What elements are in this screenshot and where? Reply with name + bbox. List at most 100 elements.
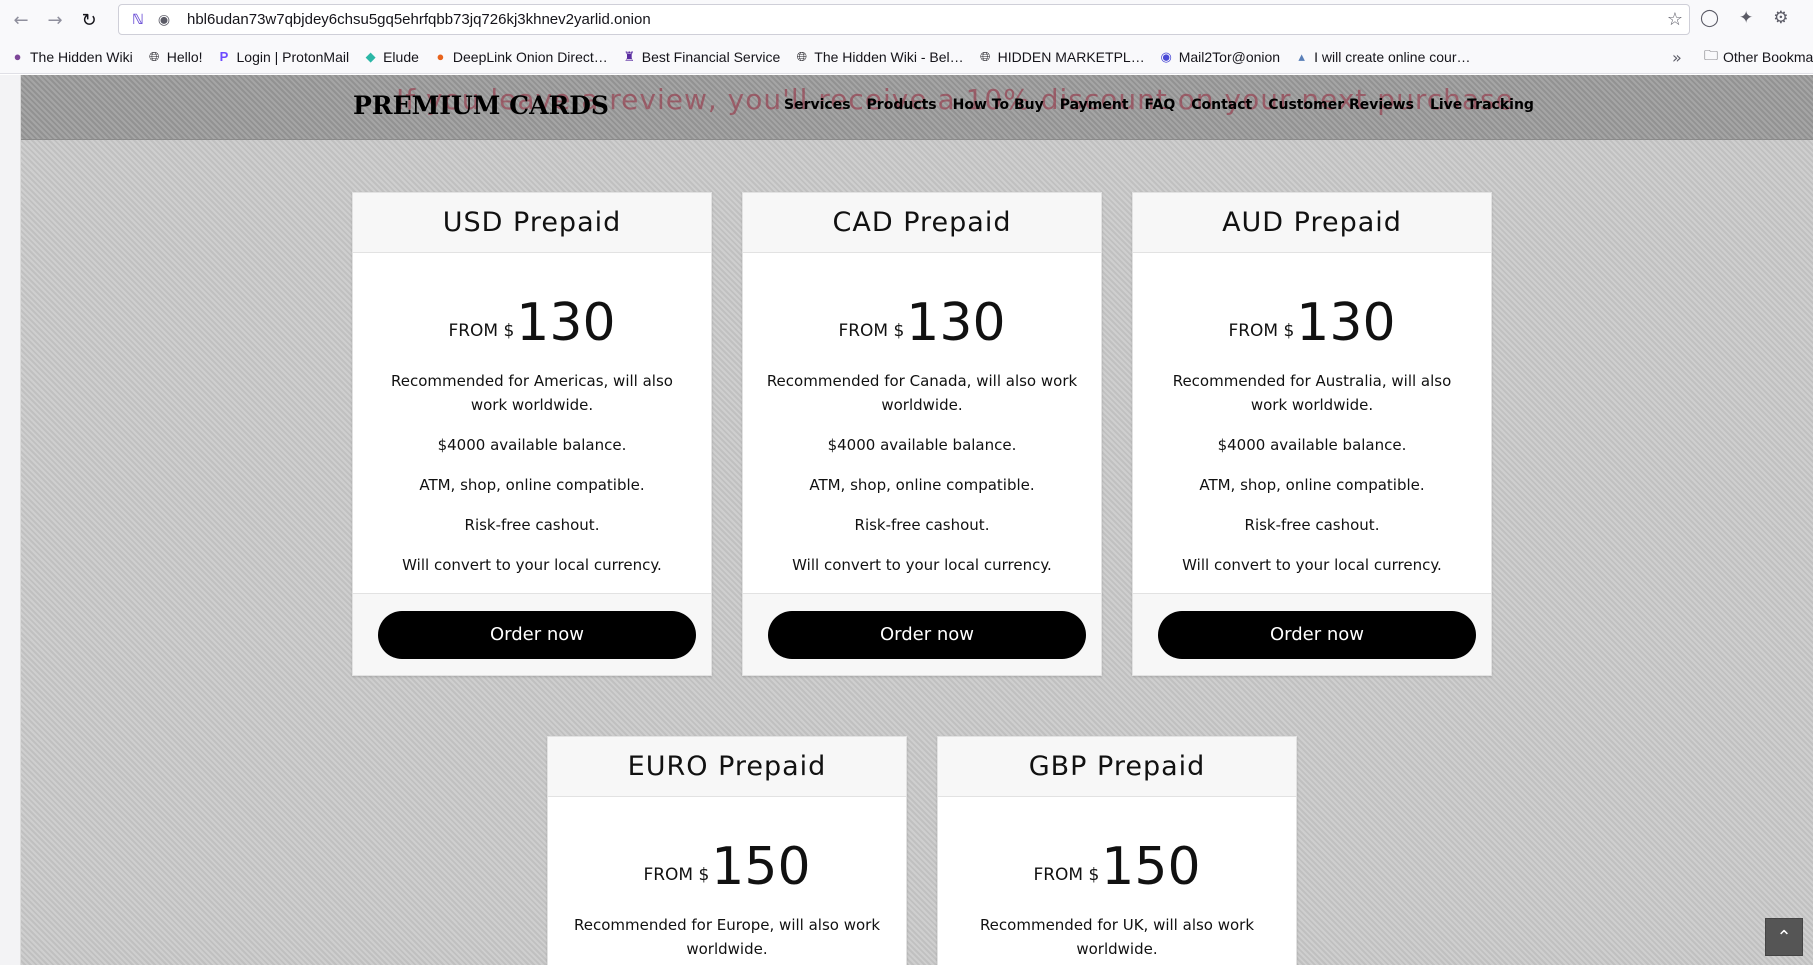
- chevron-up-icon: ⌃: [1776, 926, 1792, 948]
- card-price: FROM $ 150: [548, 797, 906, 913]
- crown-icon: ♜: [623, 48, 636, 64]
- proton-icon: P: [219, 49, 229, 64]
- feature-item: ATM, shop, online compatible.: [419, 476, 645, 494]
- feature-item: Risk-free cashout.: [854, 516, 990, 534]
- card-price: FROM $ 150: [938, 797, 1296, 913]
- bookmark-item[interactable]: P Login | ProtonMail: [217, 48, 350, 65]
- bookmark-item[interactable]: 🌐︎ Hello!: [147, 49, 203, 65]
- order-now-button[interactable]: Order now: [768, 610, 1086, 659]
- feature-item: Recommended for Europe, will also work w…: [573, 916, 881, 958]
- card-footer: Order now: [353, 593, 711, 675]
- product-card-cad: CAD Prepaid FROM $ 130 Recommended for C…: [742, 192, 1102, 676]
- card-price: FROM $ 130: [353, 253, 711, 369]
- folder-icon: 🗀︎: [1704, 47, 1718, 63]
- new-identity-icon[interactable]: ✦: [1739, 8, 1753, 28]
- product-card-usd: USD Prepaid FROM $ 130 Recommended for A…: [352, 192, 712, 676]
- feature-item: Will convert to your local currency.: [792, 556, 1052, 574]
- bookmark-label: Hello!: [166, 48, 203, 65]
- card-features: Recommended for Australia, will also wor…: [1133, 369, 1491, 577]
- feature-item: Risk-free cashout.: [1244, 516, 1380, 534]
- site-header: If you leave a review, you'll receive a …: [21, 75, 1813, 140]
- scroll-to-top-button[interactable]: ⌃: [1765, 918, 1803, 956]
- bookmark-item[interactable]: 🌐︎ The Hidden Wiki - Bel…: [794, 48, 964, 65]
- order-now-button[interactable]: Order now: [378, 610, 696, 659]
- bookmark-label: Mail2Tor@onion: [1178, 48, 1281, 65]
- nav-how-to-buy[interactable]: How To Buy: [953, 97, 1044, 113]
- page-body: If you leave a review, you'll receive a …: [21, 75, 1813, 965]
- bookmark-label: I will create online cour…: [1314, 48, 1471, 65]
- card-title: GBP Prepaid: [938, 737, 1296, 797]
- bookmark-item[interactable]: ● The Hidden Wiki: [10, 49, 133, 65]
- bookmark-item[interactable]: ● DeepLink Onion Direct…: [433, 48, 608, 65]
- price-amount: 130: [516, 293, 616, 353]
- other-bookmarks[interactable]: 🗀︎ Other Bookmarks: [1702, 40, 1813, 73]
- chevron-double-right-icon[interactable]: »: [1672, 40, 1682, 73]
- nav-payment[interactable]: Payment: [1060, 97, 1129, 113]
- feature-item: Will convert to your local currency.: [1182, 556, 1442, 574]
- feature-item: ATM, shop, online compatible.: [809, 476, 1035, 494]
- deeplink-icon: ●: [436, 49, 445, 64]
- main-nav: Services Products How To Buy Payment FAQ…: [784, 97, 1534, 113]
- product-card-aud: AUD Prepaid FROM $ 130 Recommended for A…: [1132, 192, 1492, 676]
- back-icon[interactable]: ←: [8, 7, 34, 33]
- bookmark-item[interactable]: ◆ Elude: [363, 49, 419, 65]
- onion-icon: ●: [13, 49, 22, 64]
- card-footer: Order now: [743, 593, 1101, 675]
- price-prefix: FROM $: [643, 865, 710, 885]
- reload-icon[interactable]: ↻: [76, 7, 102, 33]
- bookmark-item[interactable]: 🌐︎ HIDDEN MARKETPL…: [978, 49, 1145, 65]
- feature-item: $4000 available balance.: [437, 436, 627, 454]
- globe-icon: 🌐︎: [979, 48, 991, 64]
- bookmark-label: Login | ProtonMail: [236, 48, 350, 65]
- nav-live-tracking[interactable]: Live Tracking: [1430, 97, 1534, 113]
- card-price: FROM $ 130: [1133, 253, 1491, 369]
- card-title: CAD Prepaid: [743, 193, 1101, 253]
- extensions-icon[interactable]: ⚙: [1773, 8, 1788, 28]
- globe-icon: 🌐︎: [149, 48, 160, 64]
- sidebar-strip: [0, 75, 21, 965]
- bookmark-label: DeepLink Onion Direct…: [452, 48, 608, 65]
- price-prefix: FROM $: [838, 321, 905, 341]
- price-amount: 130: [906, 293, 1006, 353]
- url-bar[interactable]: ℕ ◉ hbl6udan73w7qbjdey6chsu5gq5ehrfqbb73…: [118, 4, 1690, 35]
- toolbar-right-icons: ◯ ✦ ⚙: [1700, 8, 1789, 28]
- bookmark-item[interactable]: ▴ I will create online cour…: [1294, 49, 1470, 65]
- forward-icon[interactable]: →: [42, 7, 68, 33]
- onion-security-icon[interactable]: ◉: [153, 12, 175, 28]
- price-prefix: FROM $: [448, 321, 515, 341]
- card-title: USD Prepaid: [353, 193, 711, 253]
- price-amount: 130: [1296, 293, 1396, 353]
- feature-item: $4000 available balance.: [827, 436, 1017, 454]
- bookmark-label: Best Financial Service: [641, 48, 781, 65]
- bookmark-label: Elude: [383, 48, 419, 65]
- nav-faq[interactable]: FAQ: [1145, 97, 1176, 113]
- feature-item: Recommended for Canada, will also work w…: [766, 372, 1078, 414]
- bookmark-item[interactable]: ◉ Mail2Tor@onion: [1159, 48, 1281, 65]
- feature-item: Recommended for Australia, will also wor…: [1172, 372, 1452, 414]
- page-viewport: If you leave a review, you'll receive a …: [0, 75, 1813, 965]
- price-amount: 150: [711, 837, 811, 897]
- url-text[interactable]: hbl6udan73w7qbjdey6chsu5gq5ehrfqbb73jq72…: [187, 11, 651, 28]
- nav-customer-reviews[interactable]: Customer Reviews: [1268, 97, 1414, 113]
- other-bookmarks-label: Other Bookmarks: [1723, 49, 1813, 65]
- product-card-euro: EURO Prepaid FROM $ 150 Recommended for …: [547, 736, 907, 965]
- card-features: Recommended for Europe, will also work w…: [548, 913, 906, 961]
- bookmark-star-icon[interactable]: ☆: [1667, 9, 1683, 30]
- nav-contact[interactable]: Contact: [1191, 97, 1252, 113]
- tor-circuit-icon[interactable]: ℕ: [127, 12, 149, 28]
- bookmark-item[interactable]: ♜ Best Financial Service: [622, 48, 781, 65]
- order-now-button[interactable]: Order now: [1158, 610, 1476, 659]
- nav-services[interactable]: Services: [784, 97, 851, 113]
- site-logo[interactable]: PREMIUM CARDS: [353, 91, 609, 120]
- shield-icon[interactable]: ◯: [1700, 8, 1719, 28]
- nav-products[interactable]: Products: [867, 97, 937, 113]
- card-price: FROM $ 130: [743, 253, 1101, 369]
- feature-item: Will convert to your local currency.: [402, 556, 662, 574]
- elude-icon: ◆: [365, 48, 376, 64]
- card-footer: Order now: [1133, 593, 1491, 675]
- price-prefix: FROM $: [1228, 321, 1295, 341]
- bookmarks-bar: ● The Hidden Wiki 🌐︎ Hello! P Login | Proto…: [0, 40, 1813, 74]
- globe-icon: 🌐︎: [796, 48, 807, 64]
- bookmark-label: HIDDEN MARKETPL…: [997, 48, 1145, 65]
- card-features: Recommended for Americas, will also work…: [353, 369, 711, 577]
